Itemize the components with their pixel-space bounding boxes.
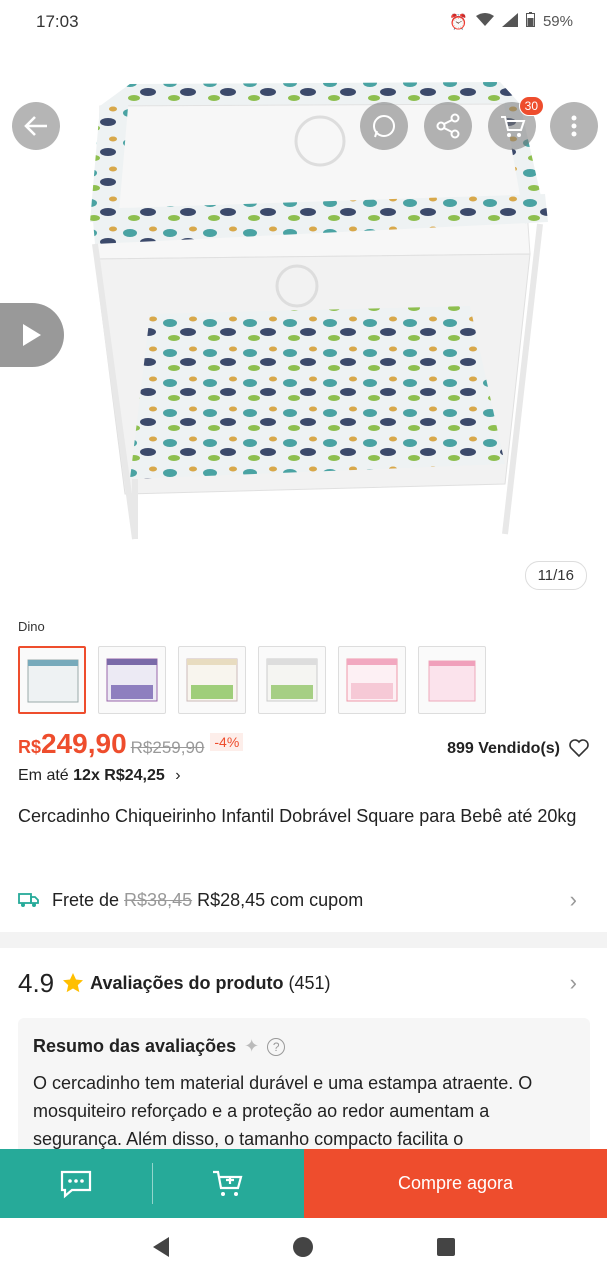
variation-thumbnails xyxy=(18,646,486,714)
back-button[interactable] xyxy=(12,102,60,150)
more-options-button[interactable] xyxy=(550,102,598,150)
reviews-title: Avaliações do produto xyxy=(90,972,284,993)
shipping-original-price: R$38,45 xyxy=(124,889,193,910)
more-vertical-icon xyxy=(571,115,577,137)
status-time: 17:03 xyxy=(36,12,79,31)
review-summary-card: Resumo das avaliações ✦ ? O cercadinho t… xyxy=(18,1018,590,1168)
variation-thumb-pink-print[interactable] xyxy=(338,646,406,714)
bottom-action-bar: Compre agora xyxy=(0,1149,607,1218)
price-currency: R$ xyxy=(18,737,42,757)
chat-icon xyxy=(60,1170,91,1198)
sparkle-icon: ✦ xyxy=(244,1036,260,1056)
product-image-carousel[interactable]: 30 xyxy=(0,44,607,604)
review-summary-text: O cercadinho tem material durável e uma … xyxy=(33,1073,533,1149)
nav-back-button[interactable] xyxy=(151,1236,171,1263)
buy-now-button[interactable]: Compre agora xyxy=(304,1149,607,1218)
price-row: R$249,90 R$259,90 -4% 899 Vendido(s) xyxy=(18,728,590,764)
arrow-left-icon xyxy=(24,116,47,136)
star-icon xyxy=(63,973,84,993)
battery-icon xyxy=(525,12,535,31)
battery-level: 59% xyxy=(542,13,573,30)
chat-button[interactable] xyxy=(0,1149,152,1218)
share-icon xyxy=(436,113,460,139)
shipping-label: Frete de xyxy=(52,889,120,910)
variation-thumb-purple[interactable] xyxy=(98,646,166,714)
shipping-discounted-price: R$28,45 com cupom xyxy=(197,889,364,910)
discount-badge: -4% xyxy=(210,733,244,751)
status-icons: ⏰ 59% xyxy=(449,12,573,31)
cart-button[interactable]: 30 xyxy=(488,96,544,150)
reviews-count: (451) xyxy=(288,972,331,993)
installments-link[interactable]: Em até 12x R$24,25 › xyxy=(18,767,181,785)
circle-home-icon xyxy=(293,1236,314,1257)
square-recents-icon xyxy=(437,1237,456,1256)
shipping-row[interactable]: Frete de R$38,45 R$28,45 com cupom › xyxy=(18,886,593,914)
add-to-cart-button[interactable] xyxy=(153,1149,305,1218)
share-button[interactable] xyxy=(424,102,472,150)
signal-icon xyxy=(501,12,518,31)
heart-icon xyxy=(569,739,589,758)
play-video-button[interactable] xyxy=(0,303,64,367)
truck-icon xyxy=(18,893,39,907)
section-divider xyxy=(0,932,607,948)
whatsapp-share-button[interactable] xyxy=(360,102,408,150)
cart-count-badge: 30 xyxy=(518,96,544,116)
variation-thumb-dino[interactable] xyxy=(18,646,86,714)
system-nav-bar xyxy=(0,1218,607,1280)
nav-home-button[interactable] xyxy=(292,1236,314,1263)
reviews-label: Avaliações do produto (451) xyxy=(90,973,330,994)
sold-count: 899 Vendido(s) xyxy=(447,740,560,757)
add-to-cart-icon xyxy=(213,1170,243,1196)
installments-prefix: Em até xyxy=(18,767,74,784)
cart-icon xyxy=(501,116,526,137)
variation-thumb-safari-beige[interactable] xyxy=(178,646,246,714)
whatsapp-icon xyxy=(373,115,395,138)
variation-thumb-safari-gray[interactable] xyxy=(258,646,326,714)
variation-thumb-pink[interactable] xyxy=(418,646,486,714)
play-icon xyxy=(23,324,41,346)
nav-recents-button[interactable] xyxy=(436,1237,456,1262)
rating-score: 4.9 xyxy=(18,967,55,998)
variation-label: Dino xyxy=(18,619,45,634)
product-title: Cercadinho Chiqueirinho Infantil Dobráve… xyxy=(18,806,577,826)
secondary-actions xyxy=(0,1149,304,1218)
chevron-right-icon: › xyxy=(175,767,181,784)
reviews-header[interactable]: 4.9 Avaliações do produto (451) › xyxy=(18,966,593,1000)
original-price: R$259,90 xyxy=(130,738,205,757)
triangle-back-icon xyxy=(152,1236,169,1257)
review-summary-title: Resumo das avaliações xyxy=(33,1036,237,1056)
image-counter: 11/16 xyxy=(524,561,587,590)
help-icon[interactable]: ? xyxy=(267,1037,286,1056)
wifi-icon xyxy=(475,12,494,31)
chevron-right-icon: › xyxy=(569,887,577,912)
current-price: 249,90 xyxy=(41,728,127,759)
favorite-button[interactable] xyxy=(568,738,590,763)
installments-value: 12x R$24,25 xyxy=(73,767,165,784)
status-bar: 17:03 ⏰ 59% xyxy=(0,0,607,44)
alarm-icon: ⏰ xyxy=(449,13,468,31)
chevron-right-icon: › xyxy=(569,970,577,995)
